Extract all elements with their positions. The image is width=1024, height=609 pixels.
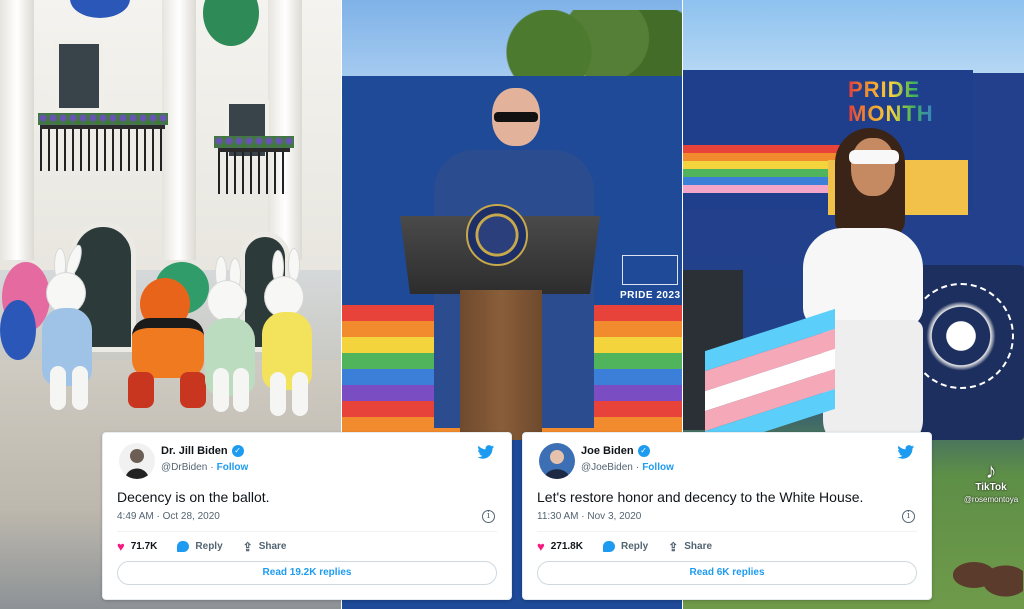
performer-face: [851, 138, 895, 196]
tweet-card-jill-biden[interactable]: Dr. Jill Biden ✓ @DrBiden · Follow Decen…: [102, 432, 512, 600]
tweet-card-joe-biden[interactable]: Joe Biden ✓ @JoeBiden · Follow Let's res…: [522, 432, 932, 600]
tiktok-handle: @rosemontoya: [963, 495, 1019, 504]
reply-button[interactable]: Reply: [177, 541, 223, 552]
like-button[interactable]: ♥ 71.7K: [117, 539, 157, 554]
tweet-timestamp[interactable]: 4:49 AM · Oct 28, 2020: [117, 511, 220, 522]
flower-box: [214, 136, 294, 148]
read-replies-button[interactable]: Read 6K replies: [537, 561, 917, 585]
divider: [117, 531, 497, 532]
read-replies-button[interactable]: Read 19.2K replies: [117, 561, 497, 585]
column: [162, 0, 196, 260]
follow-button[interactable]: Follow: [217, 462, 249, 473]
follow-button[interactable]: Follow: [642, 462, 674, 473]
white-skirt: [823, 320, 923, 450]
tiktok-label: TikTok: [975, 482, 1007, 493]
sandals: [953, 545, 1023, 605]
tree-canopy: [492, 10, 682, 80]
avatar[interactable]: [119, 443, 155, 479]
share-button[interactable]: ⇪ Share: [243, 540, 287, 554]
divider: [537, 531, 917, 532]
podium-stand: [460, 290, 542, 440]
share-icon: ⇪: [668, 539, 679, 554]
rainbow-stripe-band: [683, 145, 843, 195]
white-sunglasses: [849, 150, 899, 164]
balcony-railing: [218, 148, 290, 194]
reply-bubble-icon: [177, 541, 190, 552]
heart-icon: ♥: [117, 539, 125, 554]
white-house-logo: [622, 255, 678, 285]
reply-button[interactable]: Reply: [602, 541, 649, 552]
avatar[interactable]: [539, 443, 575, 479]
info-icon[interactable]: i: [482, 510, 495, 523]
blue-balloon: [0, 300, 36, 360]
balcony-railing: [40, 125, 165, 171]
tiktok-watermark: ♪ TikTok @rosemontoya: [961, 458, 1021, 505]
reply-label: Reply: [620, 541, 649, 552]
window: [55, 40, 103, 112]
verified-badge-icon: ✓: [637, 445, 650, 457]
separator: ·: [210, 462, 214, 473]
share-icon: ⇪: [242, 539, 253, 554]
separator: ·: [635, 462, 640, 473]
orange-mascot-costume: [118, 278, 218, 428]
display-name[interactable]: Dr. Jill Biden: [161, 445, 228, 457]
flower-box: [38, 113, 168, 125]
easter-bunny-costume: [205, 256, 265, 416]
pride-month-sign: PRIDE MONTH: [848, 78, 958, 126]
column: [268, 0, 302, 260]
eagle-seal: [908, 283, 1014, 389]
twitter-bird-icon[interactable]: [477, 445, 495, 459]
like-button[interactable]: ♥ 271.8K: [537, 539, 583, 554]
user-handle[interactable]: @JoeBiden: [581, 462, 633, 473]
share-label: Share: [258, 541, 287, 552]
display-name[interactable]: Joe Biden: [581, 445, 634, 457]
info-icon[interactable]: i: [902, 510, 915, 523]
tweet-text: Let's restore honor and decency to the W…: [537, 489, 864, 505]
easter-bunny-costume: [38, 242, 118, 418]
share-button[interactable]: ⇪ Share: [668, 540, 712, 554]
presidential-seal: [466, 204, 528, 266]
easter-bunny-costume: [258, 248, 328, 420]
user-handle[interactable]: @DrBiden: [161, 462, 207, 473]
tiktok-note-icon: ♪: [985, 458, 997, 483]
like-count: 71.7K: [130, 541, 158, 552]
twitter-bird-icon[interactable]: [897, 445, 915, 459]
reply-bubble-icon: [602, 541, 615, 552]
like-count: 271.8K: [550, 541, 583, 552]
verified-badge-icon: ✓: [231, 445, 244, 457]
tweet-text: Decency is on the ballot.: [117, 489, 270, 505]
column: [0, 0, 34, 260]
reply-label: Reply: [195, 541, 223, 552]
heart-icon: ♥: [537, 539, 545, 554]
share-label: Share: [684, 541, 713, 552]
pride-year-label: PRIDE 2023: [620, 290, 681, 301]
tweet-timestamp[interactable]: 11:30 AM · Nov 3, 2020: [537, 511, 641, 522]
